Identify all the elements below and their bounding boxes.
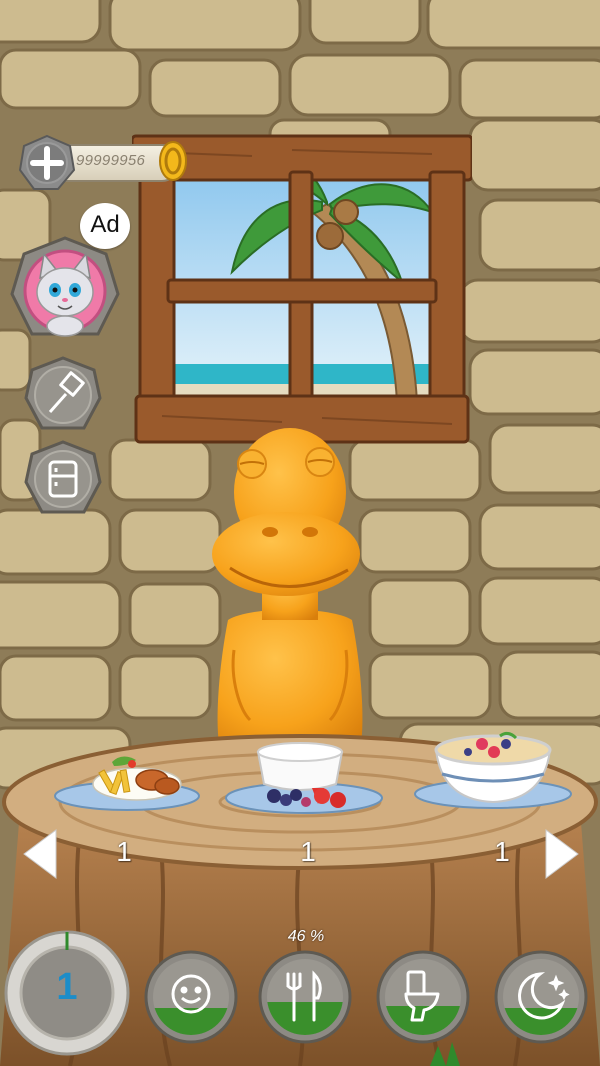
food-percent: 46 % [287,928,325,945]
food-count: 1 [116,836,132,867]
fridge-button[interactable] [24,440,102,518]
sleep-button[interactable] [494,950,588,1044]
coin-count: 99999956 [76,152,146,169]
coin-icon [159,141,187,181]
food-count: 1 [494,836,510,867]
food-yogurt-berries[interactable] [224,740,384,816]
previous-food-button[interactable] [22,828,60,880]
food-chicken-fries[interactable] [52,752,202,814]
mood-button[interactable] [144,950,238,1044]
arrow-left-icon [23,829,57,879]
food-count: 1 [300,836,316,867]
next-food-button[interactable] [542,828,580,880]
food-button[interactable] [258,950,352,1044]
pet-dinosaur[interactable] [200,420,380,750]
toilet-button[interactable] [376,950,470,1044]
arrow-right-icon [545,829,579,879]
talking-cat-ad-button[interactable] [10,236,120,346]
ad-label: Ad [90,211,120,238]
level-number: 1 [56,966,78,1008]
food-oatmeal-berries[interactable] [412,730,574,814]
add-coins-button[interactable] [18,134,76,192]
game-scene: 99999956 Ad 1 1 1 1 46 % [0,0,600,1066]
paint-button[interactable] [24,356,102,434]
